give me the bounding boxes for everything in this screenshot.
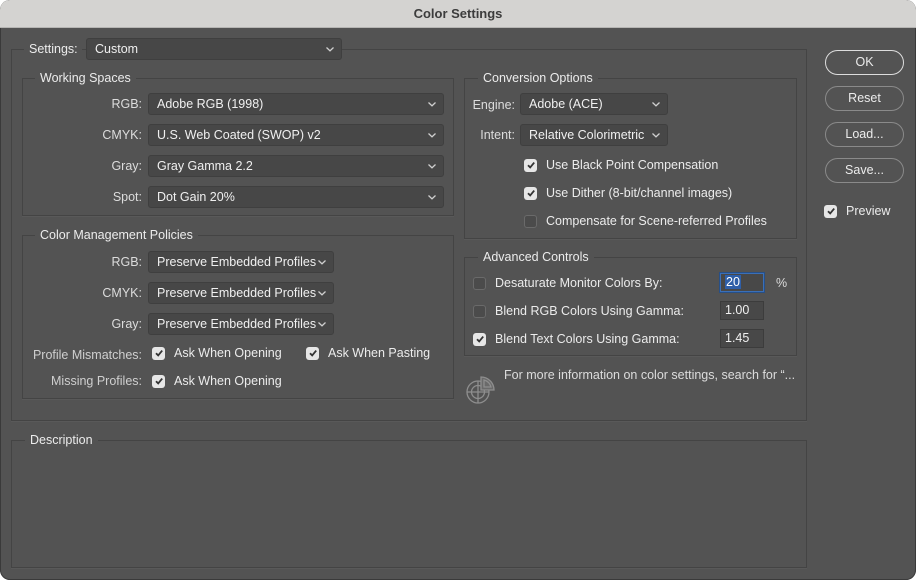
chevron-down-icon [428, 164, 436, 169]
intent-value: Relative Colorimetric [529, 128, 645, 142]
chevron-down-icon [318, 260, 326, 265]
checkbox-checked-icon [473, 332, 486, 346]
chevron-down-icon [652, 133, 660, 138]
chevron-down-icon [318, 291, 326, 296]
blend-text-value: 1.45 [725, 331, 750, 345]
conversion-title: Conversion Options [478, 70, 598, 86]
preview-label: Preview [846, 204, 891, 218]
checkbox-checked-icon [524, 158, 537, 172]
policies-title: Color Management Policies [35, 227, 198, 243]
checkbox-unchecked-icon [473, 304, 486, 318]
working-spaces-title: Working Spaces [35, 70, 136, 86]
engine-select[interactable]: Adobe (ACE) [520, 93, 668, 115]
desaturate-label: Desaturate Monitor Colors By: [495, 276, 663, 290]
blend-rgb-value: 1.00 [725, 303, 750, 317]
chevron-down-icon [326, 47, 334, 52]
info-text: For more information on color settings, … [504, 368, 796, 382]
settings-select[interactable]: Custom [86, 38, 342, 60]
intent-select[interactable]: Relative Colorimetric [520, 124, 668, 146]
ws-rgb-select[interactable]: Adobe RGB (1998) [148, 93, 444, 115]
desaturate-value: 20 [725, 275, 741, 289]
desaturate-input[interactable]: 20 [720, 273, 764, 292]
ws-gray-value: Gray Gamma 2.2 [157, 159, 253, 173]
policy-gray-value: Preserve Embedded Profiles [157, 317, 317, 331]
load-button[interactable]: Load... [825, 122, 904, 147]
ws-spot-select[interactable]: Dot Gain 20% [148, 186, 444, 208]
checkbox-checked-icon [306, 346, 319, 360]
chevron-down-icon [652, 102, 660, 107]
ws-gray-select[interactable]: Gray Gamma 2.2 [148, 155, 444, 177]
engine-label: Engine: [472, 98, 515, 112]
preview-checkbox[interactable]: Preview [824, 204, 890, 218]
chevron-down-icon [428, 102, 436, 107]
description-group [11, 440, 807, 568]
color-settings-icon [466, 376, 495, 404]
blend-text-checkbox[interactable]: Blend Text Colors Using Gamma: [473, 332, 680, 346]
missing-profiles-label: Missing Profiles: [51, 374, 142, 388]
policy-cmyk-label: CMYK: [102, 286, 142, 300]
desaturate-unit: % [776, 276, 788, 290]
engine-value: Adobe (ACE) [529, 97, 603, 111]
mismatch-ask-pasting-checkbox[interactable]: Ask When Pasting [306, 346, 430, 360]
ws-cmyk-label: CMYK: [102, 128, 142, 142]
policy-gray-select[interactable]: Preserve Embedded Profiles [148, 313, 334, 335]
window-title: Color Settings [413, 6, 503, 21]
mismatch-ask-opening-label: Ask When Opening [174, 346, 282, 360]
ws-spot-value: Dot Gain 20% [157, 190, 235, 204]
reset-button[interactable]: Reset [825, 86, 904, 111]
blend-rgb-checkbox[interactable]: Blend RGB Colors Using Gamma: [473, 304, 684, 318]
intent-label: Intent: [480, 128, 515, 142]
ws-spot-label: Spot: [112, 190, 142, 204]
missing-ask-opening-label: Ask When Opening [174, 374, 282, 388]
checkbox-unchecked-icon [524, 214, 537, 228]
save-button[interactable]: Save... [825, 158, 904, 183]
checkbox-unchecked-icon [473, 276, 486, 290]
policy-cmyk-value: Preserve Embedded Profiles [157, 286, 317, 300]
chevron-down-icon [428, 133, 436, 138]
policy-gray-label: Gray: [111, 317, 142, 331]
use-dither-checkbox[interactable]: Use Dither (8-bit/channel images) [524, 186, 732, 200]
policy-rgb-value: Preserve Embedded Profiles [157, 255, 317, 269]
checkbox-checked-icon [152, 346, 165, 360]
compensate-scene-referred-label: Compensate for Scene-referred Profiles [546, 214, 767, 228]
mismatch-ask-pasting-label: Ask When Pasting [328, 346, 431, 360]
policy-rgb-select[interactable]: Preserve Embedded Profiles [148, 251, 334, 273]
color-settings-dialog: Color Settings Settings: Custom Working … [0, 0, 916, 580]
blend-text-input[interactable]: 1.45 [720, 329, 764, 348]
use-dither-label: Use Dither (8-bit/channel images) [546, 186, 733, 200]
blend-rgb-input[interactable]: 1.00 [720, 301, 764, 320]
black-point-compensation-label: Use Black Point Compensation [546, 158, 719, 172]
missing-ask-opening-checkbox[interactable]: Ask When Opening [152, 374, 282, 388]
advanced-title: Advanced Controls [478, 249, 594, 265]
ws-gray-label: Gray: [111, 159, 142, 173]
settings-label: Settings: [29, 42, 78, 56]
checkbox-checked-icon [152, 374, 165, 388]
policy-rgb-label: RGB: [111, 255, 142, 269]
compensate-scene-referred-checkbox[interactable]: Compensate for Scene-referred Profiles [524, 214, 767, 228]
ok-button[interactable]: OK [825, 50, 904, 75]
black-point-compensation-checkbox[interactable]: Use Black Point Compensation [524, 158, 718, 172]
ws-cmyk-value: U.S. Web Coated (SWOP) v2 [157, 128, 321, 142]
checkbox-checked-icon [524, 186, 537, 200]
blend-text-label: Blend Text Colors Using Gamma: [495, 332, 680, 346]
settings-label-wrap: Settings: [24, 41, 82, 57]
ws-rgb-value: Adobe RGB (1998) [157, 97, 264, 111]
policy-cmyk-select[interactable]: Preserve Embedded Profiles [148, 282, 334, 304]
settings-value: Custom [95, 42, 139, 56]
profile-mismatches-label: Profile Mismatches: [32, 348, 142, 362]
chevron-down-icon [428, 195, 436, 200]
chevron-down-icon [318, 322, 326, 327]
desaturate-checkbox[interactable]: Desaturate Monitor Colors By: [473, 276, 662, 290]
description-title: Description [25, 432, 98, 448]
ws-rgb-label: RGB: [111, 97, 142, 111]
title-bar: Color Settings [0, 0, 916, 28]
mismatch-ask-opening-checkbox[interactable]: Ask When Opening [152, 346, 282, 360]
checkbox-checked-icon [824, 204, 837, 218]
ws-cmyk-select[interactable]: U.S. Web Coated (SWOP) v2 [148, 124, 444, 146]
blend-rgb-label: Blend RGB Colors Using Gamma: [495, 304, 684, 318]
